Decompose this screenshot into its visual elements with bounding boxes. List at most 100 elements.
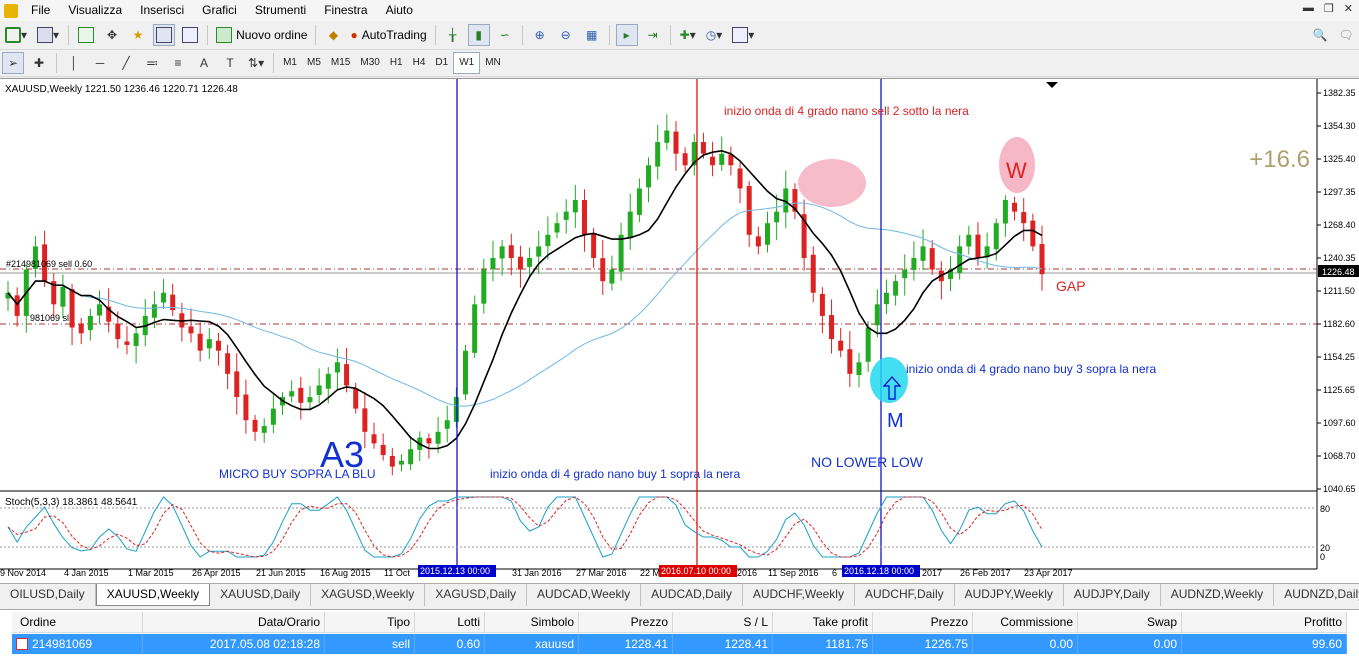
tile-windows-button[interactable]: ▦ <box>581 24 603 46</box>
chart-window[interactable]: XAUUSD,Weekly 1221.50 1236.46 1220.71 12… <box>0 78 1359 584</box>
cell-profitto: 99.60 <box>1182 634 1347 654</box>
label-button[interactable]: T <box>219 52 241 74</box>
periods-button[interactable]: ◷ ▾ <box>703 24 726 46</box>
timeframe-h1[interactable]: H1 <box>385 53 408 73</box>
stoch-scale: 80 20 0 <box>1320 504 1330 562</box>
candle-chart-button[interactable]: ▮ <box>467 24 490 46</box>
menu-strumenti[interactable]: Strumenti <box>246 0 315 21</box>
new-chart-button[interactable]: ▾ <box>2 24 30 46</box>
channel-button[interactable]: ≕ <box>141 52 163 74</box>
new-order-button[interactable]: Nuovo ordine <box>212 24 311 46</box>
tab-audnzd-weekly[interactable]: AUDNZD,Weekly <box>1161 584 1275 606</box>
horizontal-line-button[interactable]: ─ <box>89 52 111 74</box>
templates-button[interactable]: ▾ <box>729 24 757 46</box>
col-commissione[interactable]: Commissione <box>973 612 1078 632</box>
col-prezzo-current[interactable]: Prezzo <box>873 612 973 632</box>
restore-icon[interactable]: ❐ <box>1324 2 1334 15</box>
candle-body <box>856 362 862 376</box>
menu-finestra[interactable]: Finestra <box>315 0 376 21</box>
col-simbolo[interactable]: Simbolo <box>485 612 579 632</box>
menu-file[interactable]: File <box>22 0 59 21</box>
timeframe-m5[interactable]: M5 <box>302 53 326 73</box>
tab-audjpy-daily[interactable]: AUDJPY,Daily <box>1064 584 1161 606</box>
tab-audjpy-weekly[interactable]: AUDJPY,Weekly <box>955 584 1064 606</box>
candle-body <box>774 211 780 223</box>
line-chart-button[interactable]: ∽ <box>494 24 516 46</box>
timeframe-w1[interactable]: W1 <box>453 52 481 74</box>
menu-aiuto[interactable]: Aiuto <box>377 0 422 21</box>
tab-audcad-weekly[interactable]: AUDCAD,Weekly <box>527 584 642 606</box>
menu-inserisci[interactable]: Inserisci <box>131 0 193 21</box>
col-swap[interactable]: Swap <box>1078 612 1182 632</box>
candle-body <box>829 315 835 340</box>
annotation-w: W <box>1006 158 1027 183</box>
bar-chart-button[interactable]: ╁ <box>442 24 464 46</box>
chart-shift-button[interactable]: ⇥ <box>642 24 664 46</box>
crosshair-button[interactable]: ✚ <box>28 52 50 74</box>
tab-xauusd-weekly[interactable]: XAUUSD,Weekly <box>95 584 211 606</box>
menu-grafici[interactable]: Grafici <box>193 0 246 21</box>
cursor-button[interactable]: ➢ <box>2 52 24 74</box>
trendline-button[interactable]: ╱ <box>115 52 137 74</box>
zoom-out-button[interactable]: ⊖ <box>555 24 577 46</box>
indicators-button[interactable]: ✚ ▾ <box>677 24 699 46</box>
table-row[interactable]: 214981069 2017.05.08 02:18:28 sell 0.60 … <box>12 634 1347 654</box>
candle-body <box>325 373 331 389</box>
timeframe-m15[interactable]: M15 <box>326 53 355 73</box>
candle-body <box>435 431 441 444</box>
candle-body <box>810 254 816 293</box>
text-button[interactable]: A <box>193 52 215 74</box>
candle-body <box>682 153 688 166</box>
metaeditor-button[interactable]: ◆ <box>322 24 344 46</box>
chart-header: XAUUSD,Weekly 1221.50 1236.46 1220.71 12… <box>5 84 238 95</box>
timeframe-m30[interactable]: M30 <box>355 53 384 73</box>
data-window-button[interactable]: ★ <box>127 24 149 46</box>
menu-visualizza[interactable]: Visualizza <box>59 0 131 21</box>
timeframe-h4[interactable]: H4 <box>408 53 431 73</box>
col-lotti[interactable]: Lotti <box>415 612 485 632</box>
auto-scroll-button[interactable]: ▸ <box>615 24 638 46</box>
minimize-icon[interactable]: ▬ <box>1303 2 1314 15</box>
col-tipo[interactable]: Tipo <box>325 612 415 632</box>
date-label: 4 Jan 2015 <box>64 568 109 578</box>
toolbar-separator <box>434 25 436 45</box>
autotrading-button[interactable]: ● AutoTrading <box>346 24 430 46</box>
arrows-button[interactable]: ⇅ ▾ <box>245 52 267 74</box>
close-icon[interactable]: ✕ <box>1344 2 1353 15</box>
date-label: 23 Apr 2017 <box>1024 568 1073 578</box>
col-prezzo[interactable]: Prezzo <box>579 612 673 632</box>
toolbar-separator <box>273 53 275 73</box>
tab-oilusd-daily[interactable]: OILUSD,Daily <box>0 584 96 606</box>
search-button[interactable]: 🔍 <box>1309 24 1331 46</box>
tab-xagusd-daily[interactable]: XAGUSD,Daily <box>425 584 527 606</box>
fibonacci-button[interactable]: ≡ <box>167 52 189 74</box>
market-watch-button[interactable] <box>75 24 97 46</box>
timeframe-m1[interactable]: M1 <box>278 53 302 73</box>
terminal-button[interactable] <box>153 24 176 46</box>
tab-audnzd-daily[interactable]: AUDNZD,Daily <box>1274 584 1359 606</box>
cell-tipo: sell <box>325 634 415 654</box>
col-data-orario[interactable]: Data/Orario <box>143 612 325 632</box>
candle-body <box>78 324 84 334</box>
tab-xagusd-weekly[interactable]: XAGUSD,Weekly <box>311 584 426 606</box>
navigator-button[interactable]: ✥ <box>101 24 123 46</box>
zoom-in-button[interactable]: ⊕ <box>529 24 551 46</box>
col-sl[interactable]: S / L <box>673 612 773 632</box>
profiles-button[interactable]: ▾ <box>34 24 62 46</box>
col-take-profit[interactable]: Take profit <box>773 612 873 632</box>
vertical-line-button[interactable]: │ <box>63 52 85 74</box>
candle-body <box>380 444 386 455</box>
tab-audchf-daily[interactable]: AUDCHF,Daily <box>855 584 955 606</box>
price-chart[interactable]: XAUUSD,Weekly 1221.50 1236.46 1220.71 12… <box>0 79 1359 584</box>
col-profitto[interactable]: Profitto <box>1182 612 1347 632</box>
tab-audchf-weekly[interactable]: AUDCHF,Weekly <box>743 584 855 606</box>
timeframe-mn[interactable]: MN <box>480 53 506 73</box>
vline-blue-2-date: 2016.12.18 00:00 <box>844 566 914 576</box>
timeframe-d1[interactable]: D1 <box>430 53 453 73</box>
chat-button[interactable]: 🗨 <box>1335 24 1357 46</box>
tester-button[interactable] <box>179 24 201 46</box>
tab-audcad-daily[interactable]: AUDCAD,Daily <box>641 584 743 606</box>
tab-xauusd-daily[interactable]: XAUUSD,Daily <box>210 584 312 606</box>
candle-body <box>307 397 313 403</box>
col-ordine[interactable]: Ordine <box>12 612 143 632</box>
